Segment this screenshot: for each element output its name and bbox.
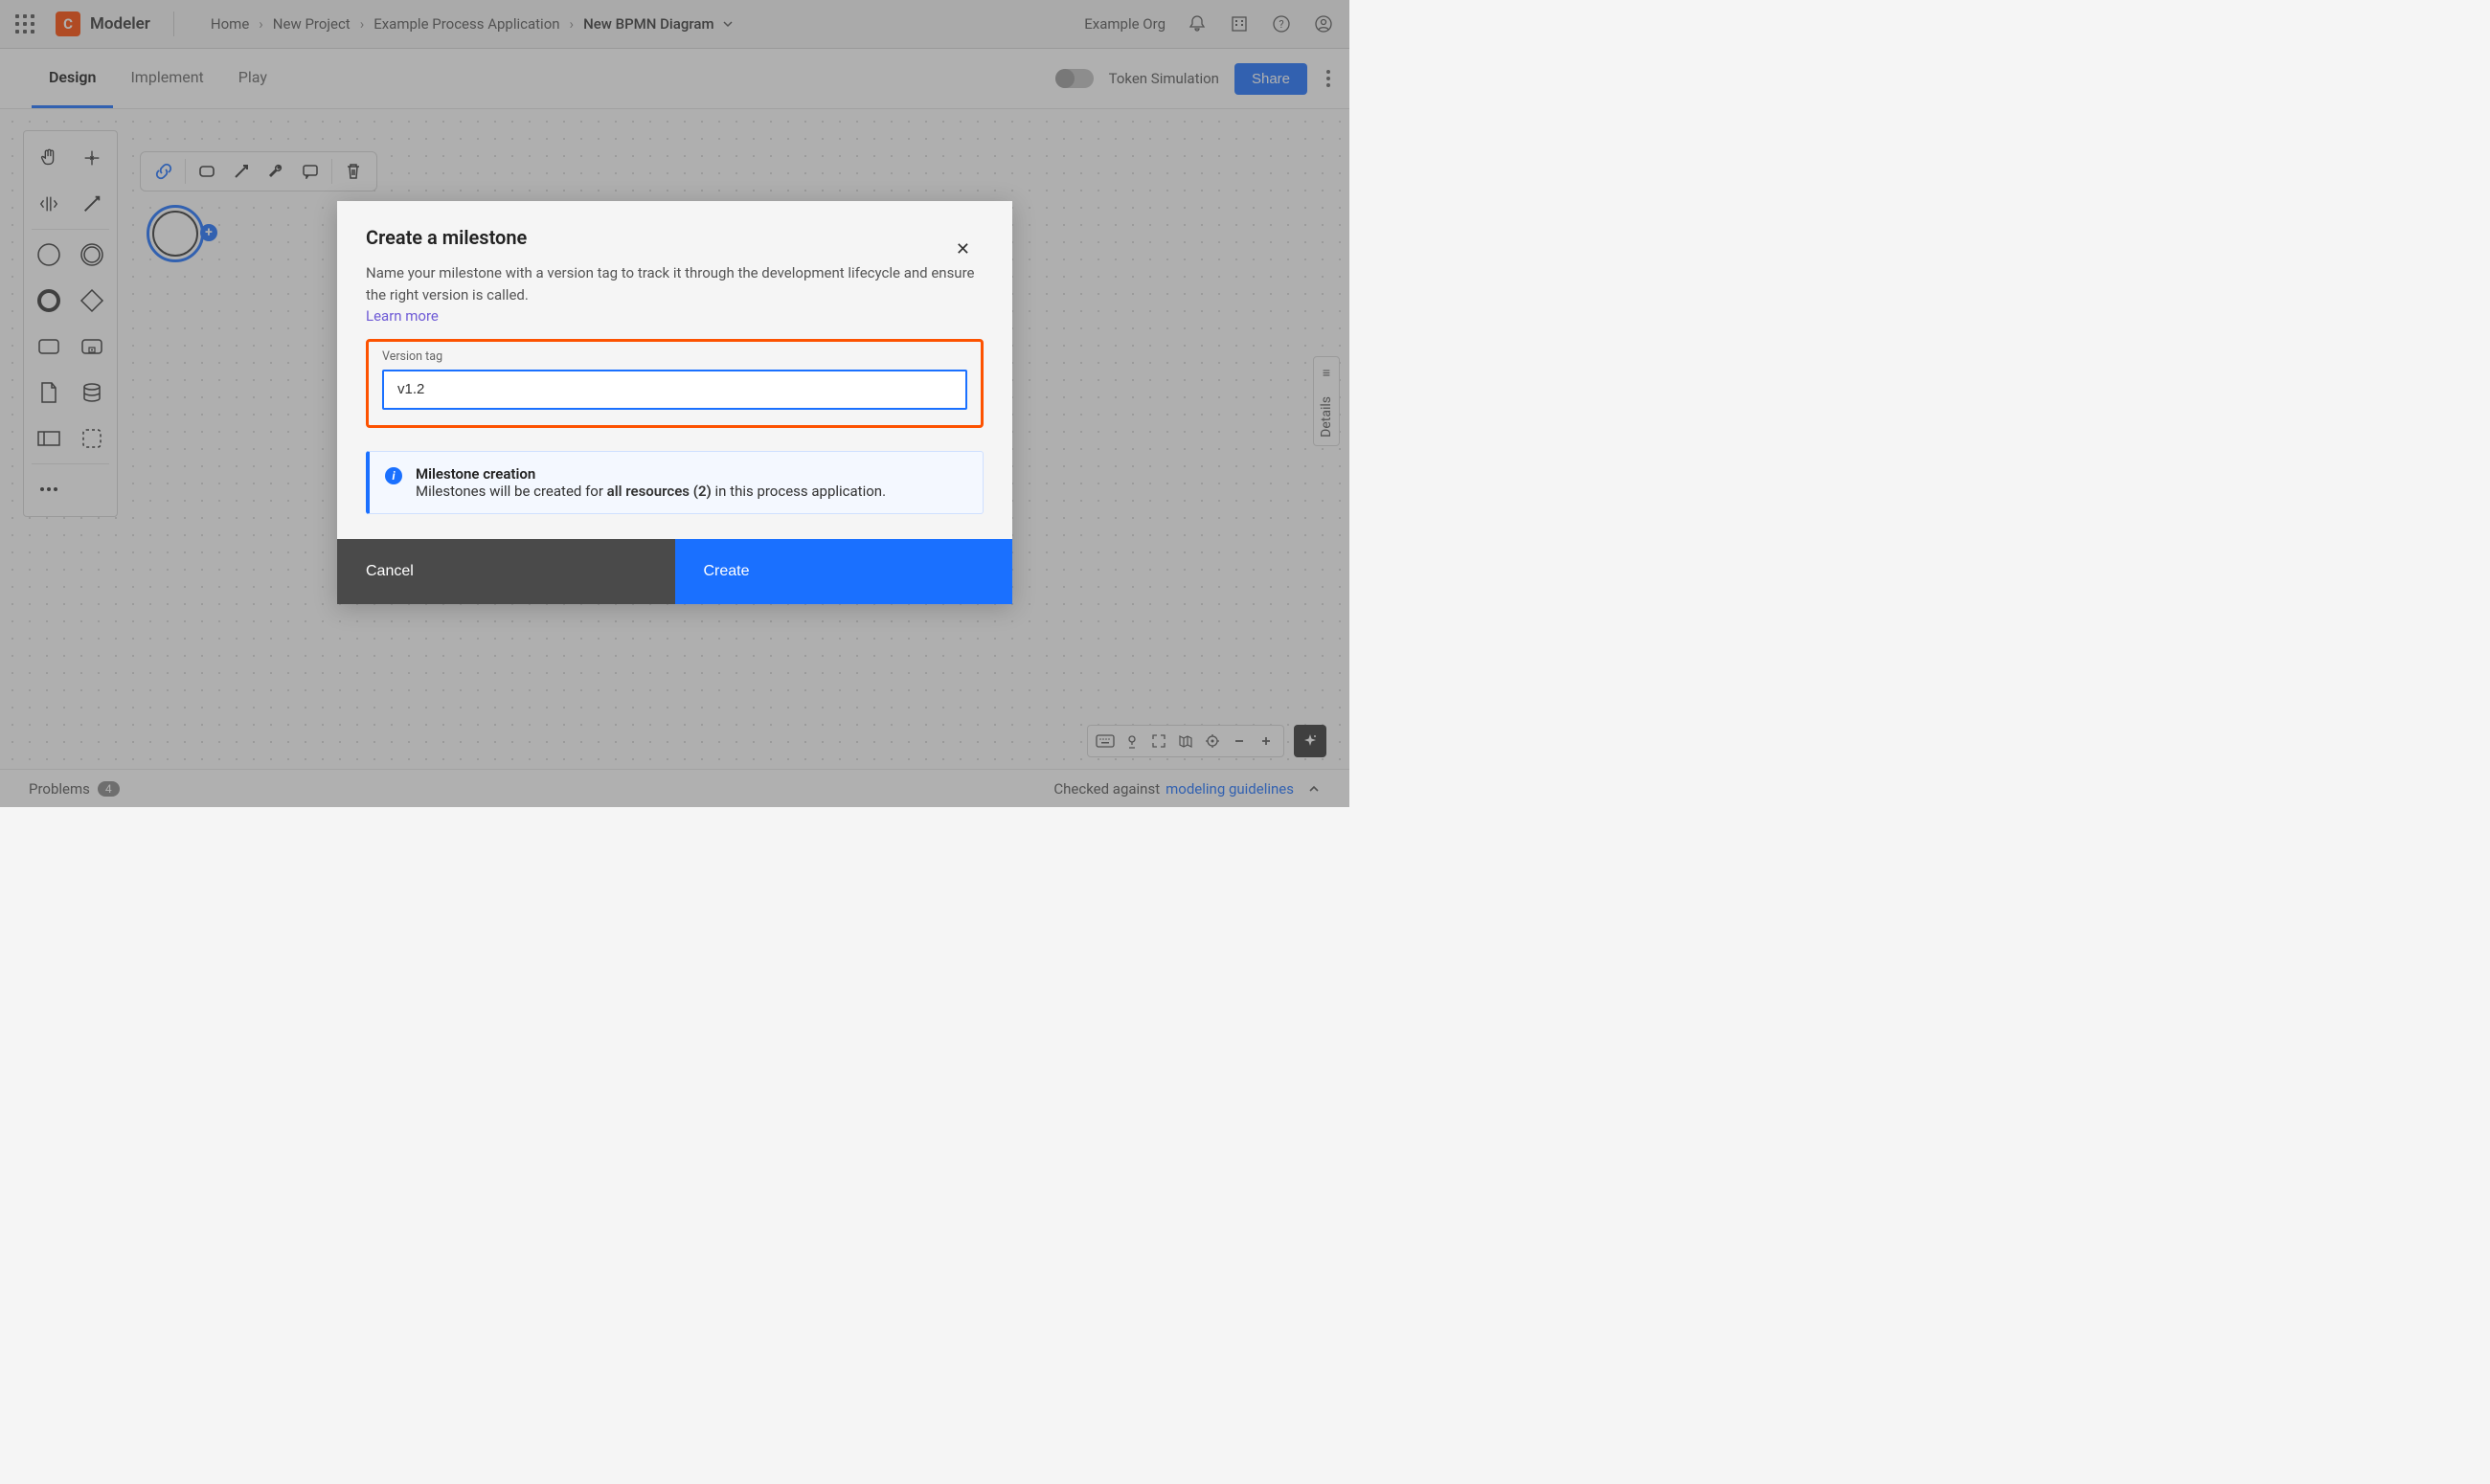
version-tag-input[interactable] <box>382 370 967 410</box>
modal-overlay[interactable]: ✕ Create a milestone Name your milestone… <box>0 0 1349 807</box>
cancel-button[interactable]: Cancel <box>337 539 675 604</box>
close-icon[interactable]: ✕ <box>956 239 970 259</box>
info-icon: i <box>385 467 402 484</box>
version-input-block: Version tag <box>366 339 984 428</box>
info-title: Milestone creation <box>416 465 886 483</box>
create-button[interactable]: Create <box>675 539 1013 604</box>
modal-description: Name your milestone with a version tag t… <box>366 262 984 327</box>
learn-more-link[interactable]: Learn more <box>366 307 439 325</box>
create-milestone-modal: ✕ Create a milestone Name your milestone… <box>337 201 1012 604</box>
info-text: Milestones will be created for all resou… <box>416 483 886 500</box>
modal-title: Create a milestone <box>366 226 984 249</box>
info-box: i Milestone creation Milestones will be … <box>366 451 984 514</box>
version-tag-label: Version tag <box>382 349 967 364</box>
